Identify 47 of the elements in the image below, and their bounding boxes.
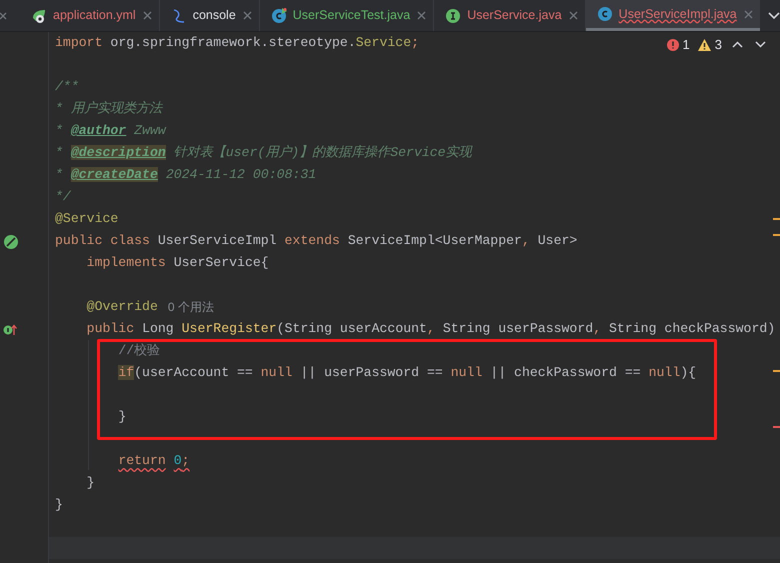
code-line: * @description 针对表【user(用户)】的数据库操作Service实现 [55,144,472,162]
close-icon[interactable] [142,11,152,20]
chevron-down-icon[interactable] [755,41,766,48]
close-icon[interactable] [568,11,578,20]
leaf-gear-icon [31,8,47,24]
code-line: if(userAccount == null || userPassword == null || checkPassword == null){ [117,364,696,382]
code-line: } [86,474,95,492]
class-icon [596,6,613,22]
implements-icon[interactable] [3,324,17,336]
code-line: */ [55,188,71,206]
code-line: public Long UserRegister(String userAccount, String userPassword, String checkPassword) [86,320,776,338]
chevron-down-icon[interactable] [768,12,780,20]
code-line: public class UserServiceImpl extends ServiceImpl<UserMapper, User> [55,232,578,250]
close-icon[interactable] [0,12,8,20]
chevron-up-icon[interactable] [732,41,743,48]
interface-icon [445,8,462,24]
editor-tab[interactable]: application.yml [20,0,160,31]
close-icon[interactable] [417,11,426,20]
error-stripe-mark [773,234,780,236]
code-line: //校验 [117,342,160,360]
code-line: return 0; [117,452,190,470]
editor-tab[interactable]: UserServiceTest.java [260,0,434,31]
error-stripe-mark [773,370,780,372]
code-line: /** [55,78,79,96]
code-line: * 用户实现类方法 [55,100,162,118]
close-icon[interactable] [242,11,252,20]
error-count[interactable]: 1 [682,35,690,54]
warning-count[interactable]: 3 [714,35,722,54]
error-icon [666,38,679,51]
code-line: @Override [86,298,158,316]
error-stripe-mark [773,426,780,428]
editor-tab[interactable]: console [160,0,260,31]
code-line: import org.springframework.stereotype.Service; [55,34,420,52]
code-line: * @createDate 2024-11-12 00:08:31 [55,166,316,184]
code-line: implements UserService{ [86,254,269,272]
bean-icon[interactable] [3,234,19,250]
usages-hint[interactable]: 0 个用法 [168,298,214,316]
close-icon[interactable] [744,10,753,18]
code-line: * @author Zwww [55,122,166,140]
class-icon [270,8,287,24]
error-stripe-mark [773,218,780,220]
editor-tab[interactable]: UserServiceImpl.java [586,0,760,31]
code-line: } [55,496,63,514]
code-line: @Service [55,210,118,228]
code-line: } [117,408,126,426]
editor-tab[interactable]: UserService.java [434,0,586,31]
warning-icon [698,38,711,51]
